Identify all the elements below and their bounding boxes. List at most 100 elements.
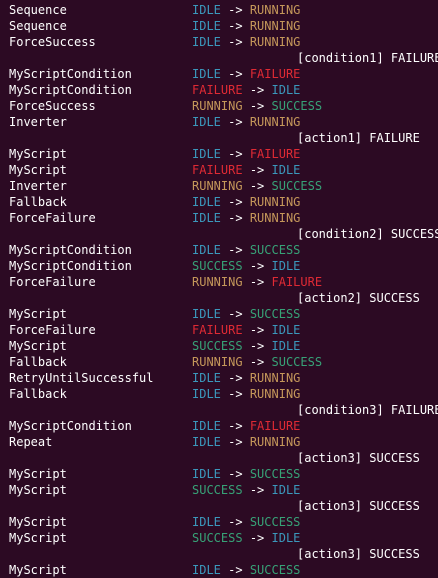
to-state: SUCCESS	[271, 99, 323, 113]
state-transition: IDLE -> RUNNING	[192, 386, 300, 402]
log-transition-line: MyScriptCondition IDLE -> FAILURE	[0, 66, 438, 82]
arrow-icon: ->	[249, 83, 265, 97]
to-state: RUNNING	[249, 371, 301, 385]
arrow-icon: ->	[228, 387, 243, 401]
from-state: SUCCESS	[192, 531, 243, 545]
from-state: FAILURE	[192, 83, 243, 97]
node-name: Repeat	[9, 435, 53, 449]
node-name: Sequence	[9, 3, 67, 17]
arrow-icon: ->	[228, 195, 243, 209]
arrow-icon: ->	[228, 515, 243, 529]
node-name: MyScript	[9, 483, 67, 497]
from-state: RUNNING	[192, 179, 243, 193]
log-note: [action3] SUCCESS	[297, 499, 420, 513]
state-transition: IDLE -> FAILURE	[192, 418, 300, 434]
log-transition-line: Sequence IDLE -> RUNNING	[0, 18, 438, 34]
state-transition: SUCCESS -> IDLE	[192, 482, 300, 498]
from-state: RUNNING	[192, 355, 243, 369]
from-state: IDLE	[192, 19, 221, 33]
arrow-icon: ->	[249, 323, 265, 337]
node-name: MyScriptCondition	[9, 243, 132, 257]
state-transition: IDLE -> SUCCESS	[192, 306, 300, 322]
from-state: SUCCESS	[192, 259, 243, 273]
from-state: IDLE	[192, 243, 221, 257]
node-name: MyScript	[9, 467, 67, 481]
from-state: SUCCESS	[192, 339, 243, 353]
to-state: FAILURE	[249, 419, 301, 433]
to-state: RUNNING	[249, 115, 301, 129]
from-state: IDLE	[192, 515, 221, 529]
from-state: FAILURE	[192, 323, 243, 337]
to-state: IDLE	[271, 531, 301, 545]
log-transition-line: Inverter RUNNING -> SUCCESS	[0, 178, 438, 194]
node-name: MyScript	[9, 339, 67, 353]
log-transition-line: MyScript FAILURE -> IDLE	[0, 162, 438, 178]
arrow-icon: ->	[228, 467, 243, 481]
state-transition: IDLE -> RUNNING	[192, 18, 300, 34]
log-transition-line: MyScript IDLE -> SUCCESS	[0, 306, 438, 322]
to-state: RUNNING	[249, 387, 301, 401]
node-name: MyScriptCondition	[9, 83, 132, 97]
log-transition-line: RetryUntilSuccessful IDLE -> RUNNING	[0, 370, 438, 386]
to-state: SUCCESS	[249, 563, 301, 577]
log-transition-line: Inverter IDLE -> RUNNING	[0, 114, 438, 130]
state-transition: IDLE -> FAILURE	[192, 66, 300, 82]
to-state: RUNNING	[249, 35, 301, 49]
to-state: SUCCESS	[271, 179, 323, 193]
from-state: IDLE	[192, 35, 221, 49]
terminal-output[interactable]: Sequence IDLE -> RUNNING Sequence IDLE -> R…	[0, 0, 438, 578]
log-transition-line: MyScriptCondition FAILURE -> IDLE	[0, 82, 438, 98]
log-transition-line: MyScript SUCCESS -> IDLE	[0, 482, 438, 498]
arrow-icon: ->	[228, 19, 243, 33]
log-transition-line: MyScript IDLE -> SUCCESS	[0, 466, 438, 482]
state-transition: SUCCESS -> IDLE	[192, 338, 300, 354]
arrow-icon: ->	[228, 147, 243, 161]
to-state: RUNNING	[249, 211, 301, 225]
arrow-icon: ->	[249, 163, 265, 177]
log-note-line: [condition3] FAILURE	[0, 402, 438, 418]
arrow-icon: ->	[228, 35, 243, 49]
log-transition-line: Fallback IDLE -> RUNNING	[0, 386, 438, 402]
log-transition-line: Repeat IDLE -> RUNNING	[0, 434, 438, 450]
from-state: IDLE	[192, 467, 221, 481]
node-name: RetryUntilSuccessful	[9, 371, 154, 385]
from-state: IDLE	[192, 3, 221, 17]
state-transition: IDLE -> FAILURE	[192, 146, 300, 162]
to-state: RUNNING	[249, 3, 301, 17]
arrow-icon: ->	[249, 179, 265, 193]
state-transition: SUCCESS -> IDLE	[192, 530, 300, 546]
log-transition-line: MyScript IDLE -> FAILURE	[0, 146, 438, 162]
node-name: MyScript	[9, 563, 67, 577]
state-transition: IDLE -> SUCCESS	[192, 562, 300, 578]
node-name: ForceFailure	[9, 211, 96, 225]
from-state: RUNNING	[192, 275, 243, 289]
log-transition-line: MyScriptCondition IDLE -> FAILURE	[0, 418, 438, 434]
log-note: [action3] SUCCESS	[297, 547, 420, 561]
arrow-icon: ->	[228, 67, 243, 81]
log-note-line: [action3] SUCCESS	[0, 498, 438, 514]
node-name: MyScript	[9, 307, 67, 321]
log-note: [condition1] FAILURE	[297, 51, 438, 65]
from-state: IDLE	[192, 371, 221, 385]
arrow-icon: ->	[228, 211, 243, 225]
arrow-icon: ->	[228, 419, 243, 433]
log-note-line: [action1] FAILURE	[0, 130, 438, 146]
from-state: FAILURE	[192, 163, 243, 177]
from-state: IDLE	[192, 419, 221, 433]
from-state: IDLE	[192, 307, 221, 321]
log-transition-line: ForceFailure IDLE -> RUNNING	[0, 210, 438, 226]
state-transition: RUNNING -> SUCCESS	[192, 98, 322, 114]
node-name: Sequence	[9, 19, 67, 33]
log-transition-line: Fallback IDLE -> RUNNING	[0, 194, 438, 210]
log-transition-line: MyScript IDLE -> SUCCESS	[0, 514, 438, 530]
to-state: FAILURE	[249, 147, 301, 161]
from-state: IDLE	[192, 387, 221, 401]
to-state: FAILURE	[249, 67, 301, 81]
state-transition: IDLE -> RUNNING	[192, 194, 300, 210]
log-transition-line: ForceSuccess RUNNING -> SUCCESS	[0, 98, 438, 114]
to-state: SUCCESS	[249, 307, 301, 321]
to-state: IDLE	[271, 323, 301, 337]
to-state: IDLE	[271, 163, 301, 177]
state-transition: FAILURE -> IDLE	[192, 322, 300, 338]
node-name: Fallback	[9, 355, 67, 369]
